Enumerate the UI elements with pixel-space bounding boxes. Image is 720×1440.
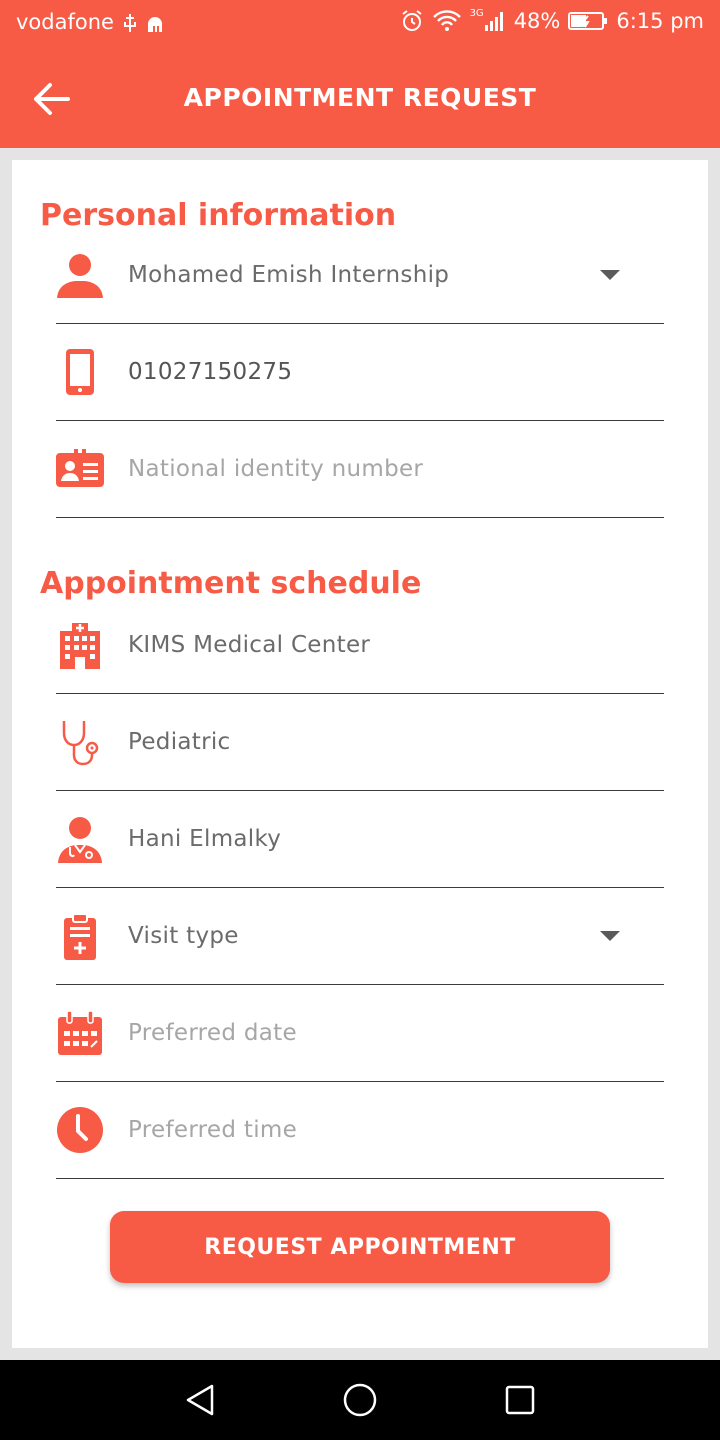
battery-charging-icon <box>568 10 608 32</box>
national-id-input[interactable] <box>128 455 578 482</box>
mobile-phone-icon <box>56 348 104 396</box>
page-title: APPOINTMENT REQUEST <box>183 83 537 112</box>
network-type: 3G <box>469 7 484 19</box>
chevron-down-icon <box>600 930 620 941</box>
phone-field[interactable]: 01027150275 <box>56 323 664 421</box>
signal-icon: 3G <box>469 7 506 32</box>
nav-recents-button[interactable] <box>500 1380 540 1420</box>
doctor-icon <box>56 815 104 863</box>
patient-name: Mohamed Emish Internship <box>128 261 450 288</box>
triangle-back-icon <box>186 1384 214 1416</box>
alarm-icon <box>400 9 424 33</box>
square-recents-icon <box>505 1385 535 1415</box>
battery-percent: 48% <box>513 9 561 33</box>
preferred-date-input[interactable] <box>128 1019 578 1046</box>
specialty-name: Pediatric <box>128 728 231 755</box>
hospital-icon <box>56 621 104 669</box>
visit-type-select[interactable]: Visit type <box>56 887 664 985</box>
usb-icon <box>122 12 166 41</box>
nav-home-button[interactable] <box>340 1380 380 1420</box>
system-nav-bar <box>0 1360 720 1440</box>
doctor-field[interactable]: Hani Elmalky <box>56 790 664 888</box>
patient-select[interactable]: Mohamed Emish Internship <box>56 226 664 324</box>
visit-type-value: Visit type <box>128 922 239 949</box>
medical-center-field[interactable]: KIMS Medical Center <box>56 596 664 694</box>
clock-time: 6:15 pm <box>616 9 704 33</box>
person-icon <box>56 251 104 299</box>
circle-home-icon <box>343 1383 377 1417</box>
nav-back-button[interactable] <box>180 1380 220 1420</box>
phone-number: 01027150275 <box>128 358 293 385</box>
app-toolbar: APPOINTMENT REQUEST <box>0 50 720 148</box>
specialty-field[interactable]: Pediatric <box>56 693 664 791</box>
chevron-down-icon <box>600 269 620 280</box>
carrier-name: vodafone <box>16 10 114 34</box>
status-bar: vodafone 3G 48% 6:15 pm <box>0 0 720 50</box>
clock-icon <box>56 1106 104 1154</box>
status-icons: 3G 48% 6:15 pm <box>400 7 704 33</box>
wifi-icon <box>432 9 462 33</box>
clipboard-icon <box>56 912 104 960</box>
national-id-row <box>56 420 664 518</box>
id-card-icon <box>56 445 104 493</box>
calendar-icon <box>56 1009 104 1057</box>
stethoscope-icon <box>56 718 104 766</box>
medical-center-name: KIMS Medical Center <box>128 631 371 658</box>
preferred-time-row <box>56 1081 664 1179</box>
preferred-time-input[interactable] <box>128 1116 578 1143</box>
request-appointment-button[interactable]: REQUEST APPOINTMENT <box>110 1211 610 1283</box>
doctor-name: Hani Elmalky <box>128 825 282 852</box>
preferred-date-row <box>56 984 664 1082</box>
appointment-form: Personal information Mohamed Emish Inter… <box>12 160 708 1348</box>
